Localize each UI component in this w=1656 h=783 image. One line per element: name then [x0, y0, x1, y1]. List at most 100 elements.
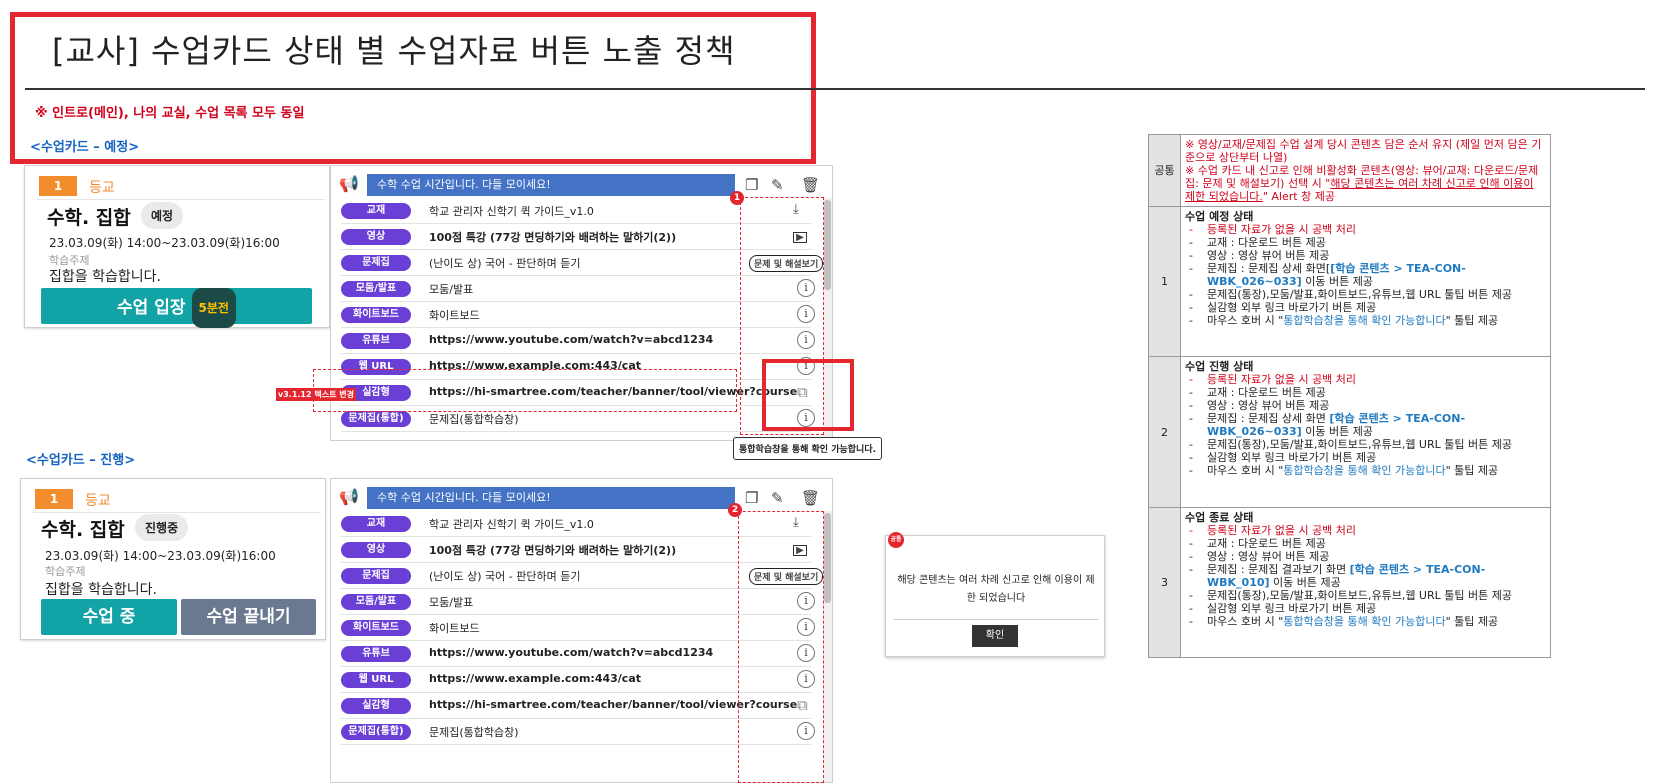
card-class-name: 수학. 집합 [47, 207, 131, 229]
external-link-highlight [762, 359, 854, 431]
text: " 툴팁 제공 [1445, 314, 1499, 327]
material-title: 모둠/발표 [429, 596, 474, 609]
minutes-badge: 5분전 [191, 288, 236, 328]
status-badge: 진행중 [135, 514, 189, 541]
end-class-button[interactable]: 수업 끝내기 [181, 599, 316, 635]
material-title: 100점 특강 (77강 면딩하기와 배려하는 말하기(2)) [429, 544, 677, 557]
title-divider [25, 88, 1645, 90]
text: 이동 버튼 제공 [1301, 425, 1373, 438]
text: 이동 버튼 제공 [1301, 275, 1373, 288]
megaphone-icon: 📢 [339, 174, 359, 193]
policy-question-bank: 문제집 : 문제집 결과보기 화면 [학습 콘텐츠 > TEA-CON-WBK_… [1185, 563, 1546, 589]
card-number: 1 [39, 176, 77, 196]
policy-textbook: 교재 : 다운로드 버튼 제공 [1185, 537, 1546, 550]
policy-question-bank: 문제집 : 문제집 상세 화면 [학습 콘텐츠 > TEA-CON-WBK_02… [1185, 412, 1546, 438]
material-type-tag: 유튜브 [341, 333, 411, 349]
policy-empty: 등록된 자료가 없을 시 공백 처리 [1185, 524, 1546, 537]
policy-empty: 등록된 자료가 없을 시 공백 처리 [1185, 223, 1546, 236]
material-title: (난이도 상) 국어 - 판단하며 듣기 [429, 570, 581, 583]
material-title: 모둠/발표 [429, 283, 474, 296]
action-column-highlight [738, 511, 824, 783]
text: 이동 버튼 제공 [1269, 576, 1341, 589]
card-class-name: 수학. 집합 [41, 519, 125, 541]
material-title: 문제집(통합학습창) [429, 726, 519, 739]
material-type-tag: 모둠/발표 [341, 594, 411, 610]
material-type-tag: 영상 [341, 542, 411, 558]
scrollbar-thumb[interactable] [824, 200, 831, 290]
scrollbar[interactable] [823, 511, 832, 782]
topic-text: 집합을 학습합니다. [45, 582, 157, 598]
alert-ok-button[interactable]: 확인 [972, 625, 1018, 647]
policy-num: 2 [1148, 356, 1181, 508]
notice-text: ※ 인트로(메인), 나의 교실, 수업 목록 모두 동일 [35, 106, 305, 121]
hover-text: 통합학습창을 통해 확인 가능합니다 [1283, 314, 1446, 327]
hover-text: 통합학습창을 통해 확인 가능합니다 [1283, 464, 1446, 477]
page-title: [교사] 수업카드 상태 별 수업자료 버튼 노출 정책 [52, 32, 736, 70]
material-type-tag: 문제집(통합) [341, 411, 411, 427]
policy-video: 영상 : 영상 뷰어 버튼 제공 [1185, 399, 1546, 412]
topic-label: 학습주제 [45, 565, 86, 578]
material-type-tag: 화이트보드 [341, 620, 411, 636]
material-title: https://www.youtube.com/watch?v=abcd1234 [429, 333, 714, 346]
edit-icon[interactable]: ✎ [771, 489, 784, 507]
material-type-tag: 문제집(통합) [341, 724, 411, 740]
common-badge: 공통 [888, 532, 904, 548]
policy-row: 3수업 종료 상태등록된 자료가 없을 시 공백 처리교재 : 다운로드 버튼 … [1148, 507, 1551, 658]
material-type-tag: 모둠/발표 [341, 281, 411, 297]
megaphone-icon: 📢 [339, 487, 359, 506]
policy-common-1: ※ 영상/교재/문제집 수업 설계 당시 콘텐츠 담은 순서 유지 (제일 먼저… [1185, 138, 1542, 164]
policy-video: 영상 : 영상 뷰어 버튼 제공 [1185, 249, 1546, 262]
material-title: 학교 관리자 신학기 퀵 가이드_v1.0 [429, 205, 594, 218]
class-card-scheduled[interactable]: 1 등교 수학. 집합 예정 23.03.09(화) 14:00~23.03.0… [24, 165, 330, 328]
class-card-ongoing[interactable]: 1 등교 수학. 집합 진행중 23.03.09(화) 14:00~23.03.… [20, 478, 326, 640]
material-type-tag: 유튜브 [341, 646, 411, 662]
policy-hover: 마우스 호버 시 "통합학습창을 통해 확인 가능합니다" 툴팁 제공 [1185, 314, 1546, 327]
hover-text: 통합학습창을 통해 확인 가능합니다 [1283, 615, 1446, 628]
scrollbar-thumb[interactable] [824, 513, 831, 603]
card-divider [37, 199, 325, 200]
card-date: 23.03.09(화) 14:00~23.03.09(화)16:00 [49, 236, 280, 250]
row-highlight [313, 369, 737, 412]
trash-icon[interactable]: 🗑 [801, 489, 820, 507]
policy-state-title: 수업 진행 상태 [1185, 360, 1254, 373]
text: " 툴팁 제공 [1445, 615, 1499, 628]
material-title: https://www.example.com:443/cat [429, 672, 642, 685]
policy-cell: 수업 진행 상태등록된 자료가 없을 시 공백 처리교재 : 다운로드 버튼 제… [1180, 356, 1551, 508]
copy-icon[interactable]: ❐ [745, 176, 758, 194]
policy-external: 실감형 외부 링크 바로가기 버튼 제공 [1185, 602, 1546, 615]
policy-empty: 등록된 자료가 없을 시 공백 처리 [1185, 373, 1546, 386]
material-type-tag: 영상 [341, 229, 411, 245]
card-number: 1 [35, 489, 73, 509]
in-class-button[interactable]: 수업 중 [41, 599, 177, 635]
policy-tooltip-items: 문제집(통장),모둠/발표,화이트보드,유튜브,웹 URL 툴팁 버튼 제공 [1185, 589, 1546, 602]
policy-row: 1수업 예정 상태등록된 자료가 없을 시 공백 처리교재 : 다운로드 버튼 … [1148, 206, 1551, 357]
policy-hover: 마우스 호버 시 "통합학습창을 통해 확인 가능합니다" 툴팁 제공 [1185, 615, 1546, 628]
card-grade: 등교 [85, 493, 111, 509]
policy-textbook: 교재 : 다운로드 버튼 제공 [1185, 386, 1546, 399]
alert-message: 해당 콘텐츠는 여러 차례 신고로 인해 이용이 제한 되었습니다 [897, 575, 1095, 604]
policy-external: 실감형 외부 링크 바로가기 버튼 제공 [1185, 301, 1546, 314]
policy-cell: 수업 예정 상태등록된 자료가 없을 시 공백 처리교재 : 다운로드 버튼 제… [1180, 206, 1551, 357]
text: 문제집 : 문제집 상세 화면 [1207, 412, 1330, 425]
policy-common-2: ※ 수업 카드 내 신고로 인해 비활성화 콘텐츠(영상: 뷰어/교재: 다운로… [1185, 164, 1546, 203]
text: " 툴팁 제공 [1445, 464, 1499, 477]
section-ongoing-label: <수업카드 – 진행> [26, 453, 136, 468]
material-type-tag: 교재 [341, 516, 411, 532]
text: 문제집 : 문제집 결과보기 화면 [1207, 563, 1350, 576]
popup-divider [894, 619, 1098, 620]
policy-row: 2수업 진행 상태등록된 자료가 없을 시 공백 처리교재 : 다운로드 버튼 … [1148, 356, 1551, 508]
text: 문제집 : 문제집 상세 화면[ [1207, 262, 1331, 275]
enter-class-button[interactable]: 수업 입장 5분전 [41, 288, 312, 328]
policy-state-title: 수업 예정 상태 [1185, 210, 1254, 223]
policy-textbook: 교재 : 다운로드 버튼 제공 [1185, 236, 1546, 249]
edit-icon[interactable]: ✎ [771, 176, 784, 194]
notice-banner: 수학 수업 시간입니다. 다들 모이세요! [367, 174, 735, 196]
section-scheduled-label: <수업카드 – 예정> [30, 140, 140, 155]
copy-icon[interactable]: ❐ [745, 489, 758, 507]
material-title: 화이트보드 [429, 622, 480, 635]
policy-num: 3 [1148, 507, 1181, 658]
trash-icon[interactable]: 🗑 [801, 176, 820, 194]
material-type-tag: 실감형 [341, 698, 411, 714]
hover-tooltip: 통합학습창을 통해 확인 가능합니다. [733, 437, 883, 460]
material-type-tag: 문제집 [341, 255, 411, 271]
